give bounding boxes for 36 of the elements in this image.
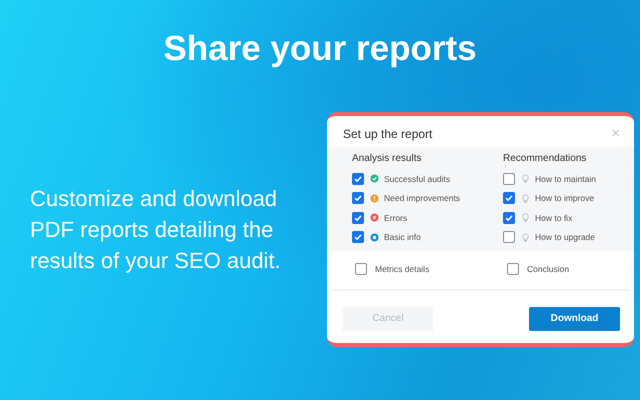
option-label: How to fix — [535, 212, 572, 223]
checkbox[interactable] — [503, 231, 515, 244]
info-status-icon — [370, 232, 379, 242]
lightbulb-icon — [521, 232, 530, 242]
option-label: Need improvements — [384, 193, 460, 204]
option-label: How to upgrade — [535, 232, 596, 242]
option-label: How to maintain — [535, 174, 596, 184]
warning-status-icon — [370, 194, 379, 203]
cancel-button[interactable]: Cancel — [343, 306, 433, 330]
error-status-icon — [370, 213, 379, 222]
checkbox[interactable] — [507, 262, 519, 275]
checkbox[interactable] — [355, 262, 367, 275]
checkbox[interactable] — [352, 172, 364, 185]
option-label: How to improve — [535, 193, 594, 204]
column-heading: Analysis results — [352, 153, 422, 164]
dialog-title: Set up the report — [343, 126, 432, 140]
option-label: Errors — [384, 212, 408, 223]
checkbox[interactable] — [503, 192, 515, 204]
checkbox[interactable] — [352, 212, 364, 224]
option-label: Basic info — [384, 232, 421, 242]
option-label: Successful audits — [384, 174, 450, 184]
success-status-icon — [370, 174, 379, 184]
lightbulb-icon — [521, 213, 530, 222]
headline: Share your reports — [162, 28, 478, 70]
checkbox[interactable] — [352, 231, 364, 244]
column-heading: Recommendations — [503, 153, 588, 164]
checkbox[interactable] — [503, 212, 515, 224]
checkbox[interactable] — [352, 192, 364, 204]
description-text: Customize and download PDF reports detailing the results of your SEO audit. — [30, 184, 282, 275]
checkbox[interactable] — [503, 172, 515, 185]
option-label: Conclusion — [527, 264, 570, 274]
close-button[interactable]: × — [611, 126, 620, 141]
option-label: Metrics details — [375, 264, 430, 274]
lightbulb-icon — [521, 194, 530, 203]
lightbulb-icon — [521, 174, 530, 184]
download-button[interactable]: Download — [529, 306, 620, 330]
